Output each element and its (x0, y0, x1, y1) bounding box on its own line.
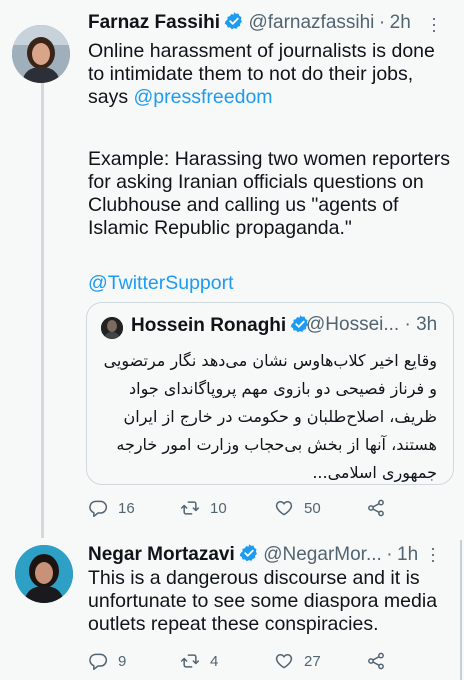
share-icon (368, 652, 384, 670)
retweet-button[interactable]: 10 (180, 498, 227, 518)
separator-dot: · (378, 12, 386, 33)
like-count: 50 (304, 499, 321, 517)
thread-connector-line (41, 80, 44, 538)
timestamp[interactable]: 1h (397, 544, 418, 565)
tweet-header: Negar Mortazavi @NegarMor... · 1h (88, 543, 418, 566)
quoted-tweet-text: وقایع اخیر کلاب‌هاوس نشان می‌دهد نگار مر… (103, 351, 437, 482)
mention-link[interactable]: @pressfreedom (134, 86, 273, 108)
quoted-author-handle: @Hossei... (306, 314, 400, 335)
tweet-header: Farnaz Fassihi @farnazfassihi · 2h (88, 11, 411, 34)
retweet-count: 4 (210, 652, 219, 670)
quoted-timestamp: 3h (416, 314, 438, 335)
avatar[interactable] (15, 545, 73, 603)
author-handle[interactable]: @NegarMor... (263, 544, 382, 565)
retweet-count: 10 (210, 499, 227, 517)
tweet-action-bar: 9 4 27 (88, 651, 428, 675)
author-handle[interactable]: @farnazfassihi (248, 12, 374, 33)
mention-link-twittersupport[interactable]: @TwitterSupport (88, 272, 234, 295)
reply-button[interactable]: 16 (88, 498, 135, 518)
more-options-icon[interactable]: · · · (428, 539, 438, 569)
quoted-author-name: Hossein Ronaghi (131, 314, 310, 337)
quoted-meta: @Hossei... · 3h (306, 314, 437, 336)
reply-button[interactable]: 9 (88, 651, 126, 671)
tweet-action-bar: 16 10 50 (88, 498, 428, 522)
scroll-edge-line (460, 540, 462, 680)
tweet-text-paragraph: Example: Harassing two women reporters f… (88, 148, 450, 239)
verified-badge-icon (224, 11, 244, 31)
timestamp[interactable]: 2h (390, 12, 411, 33)
tweet-text: This is a dangerous discourse and it is … (88, 567, 438, 635)
share-button[interactable] (366, 498, 396, 518)
retweet-icon (180, 501, 200, 515)
quoted-avatar (101, 317, 123, 339)
quoted-author-name-text: Hossein Ronaghi (131, 315, 287, 336)
like-button[interactable]: 50 (274, 498, 321, 518)
reply-icon (89, 653, 108, 671)
like-icon (275, 501, 293, 516)
like-count: 27 (304, 652, 321, 670)
more-options-icon[interactable]: · · · (429, 9, 439, 39)
author-name[interactable]: Farnaz Fassihi (88, 12, 220, 33)
reply-icon (89, 500, 108, 518)
verified-badge-icon (239, 543, 259, 563)
tweet-text: Online harassment of journalists is done… (88, 40, 456, 109)
separator-dot: · (386, 544, 393, 565)
author-name[interactable]: Negar Mortazavi (88, 544, 235, 565)
like-button[interactable]: 27 (274, 651, 321, 671)
retweet-button[interactable]: 4 (180, 651, 218, 671)
avatar[interactable] (12, 25, 70, 83)
separator-dot: · (404, 314, 411, 335)
reply-count: 9 (118, 652, 127, 670)
retweet-icon (180, 654, 200, 668)
reply-count: 16 (118, 499, 135, 517)
like-icon (275, 654, 293, 669)
share-icon (368, 499, 384, 517)
quoted-tweet-card[interactable]: Hossein Ronaghi @Hossei... · 3h وقایع اخ… (86, 302, 454, 485)
share-button[interactable] (366, 651, 396, 671)
